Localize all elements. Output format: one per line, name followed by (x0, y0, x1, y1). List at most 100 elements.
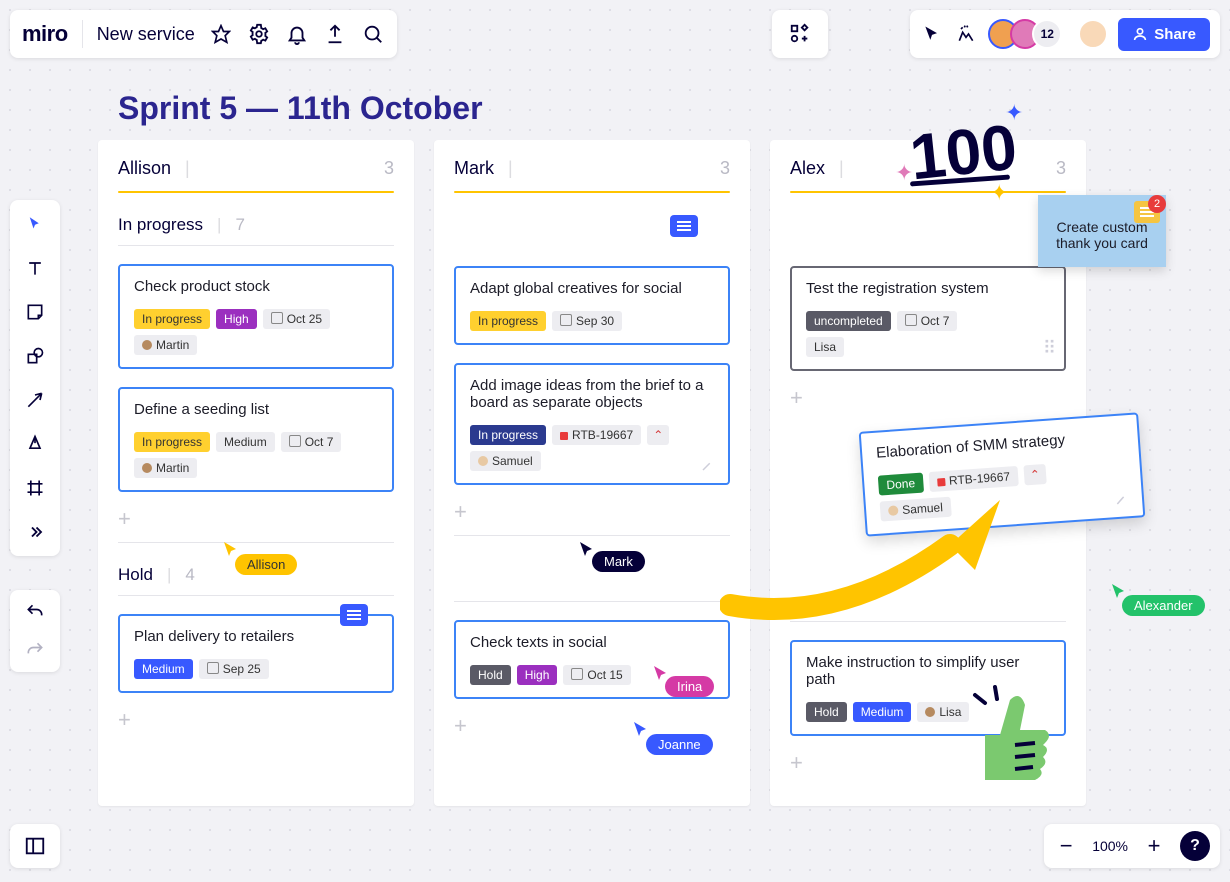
column-allison[interactable]: Allison | 3 In progress | 7 Check produc… (98, 140, 414, 806)
cursor-pointer (652, 664, 668, 680)
priority-tag: Medium (134, 659, 193, 679)
sticky-tool[interactable] (21, 298, 49, 326)
comment-count: 2 (1148, 195, 1166, 213)
assignee-tag: Martin (134, 335, 197, 355)
column-count: 3 (720, 158, 730, 179)
frame-tool[interactable] (21, 474, 49, 502)
avatar-count[interactable]: 12 (1032, 19, 1062, 49)
card[interactable]: Plan delivery to retailers Medium Sep 25 (118, 614, 394, 693)
card-title: Add image ideas from the brief to a boar… (470, 377, 714, 411)
cursor-label: Joanne (646, 734, 713, 755)
add-card-button[interactable]: + (118, 506, 394, 532)
apps-button[interactable] (772, 10, 828, 58)
search-icon[interactable] (361, 22, 385, 46)
export-icon[interactable] (323, 22, 347, 46)
sticky-text: Create custom thank you card (1056, 219, 1148, 251)
priority-tag: High (216, 309, 257, 329)
board-title[interactable]: Sprint 5 — 11th October (118, 90, 483, 127)
zoom-level[interactable]: 100% (1092, 838, 1128, 854)
zoom-in-button[interactable]: + (1142, 834, 1166, 858)
avatar-stack[interactable]: 12 (988, 19, 1062, 49)
share-label: Share (1154, 26, 1196, 43)
arrow-tool[interactable] (21, 386, 49, 414)
card[interactable]: Check product stock In progress High Oct… (118, 264, 394, 369)
card[interactable]: Add image ideas from the brief to a boar… (454, 363, 730, 485)
card[interactable]: Adapt global creatives for social In pro… (454, 266, 730, 345)
comment-icon[interactable] (670, 215, 698, 237)
card-title: Adapt global creatives for social (470, 280, 714, 297)
priority-tag: Medium (216, 432, 275, 452)
panel-toggle-button[interactable] (10, 824, 60, 868)
sparkle-icon: ✦ (1005, 100, 1023, 126)
arrow-drawing (720, 475, 1040, 635)
column-owner: Allison (118, 158, 171, 179)
text-tool[interactable] (21, 254, 49, 282)
cursor-label: Alexander (1122, 595, 1205, 616)
date-tag: Sep 30 (552, 311, 622, 331)
link-icon (1113, 488, 1132, 507)
cursor-pointer (632, 720, 648, 736)
add-card-button[interactable]: + (790, 385, 1066, 411)
cursor-icon[interactable] (920, 22, 944, 46)
comment-icon[interactable]: 2 (1134, 201, 1160, 223)
card[interactable]: Test the registration system uncompleted… (790, 266, 1066, 371)
more-tools[interactable] (21, 518, 49, 546)
priority-icon: ⌃ (647, 425, 669, 445)
status-tag: In progress (134, 309, 210, 329)
star-icon[interactable] (209, 22, 233, 46)
card[interactable]: Define a seeding list In progress Medium… (118, 387, 394, 492)
cursor-label: Irina (665, 676, 714, 697)
date-tag: Sep 25 (199, 659, 269, 679)
date-tag: Oct 7 (281, 432, 342, 452)
status-tag: In progress (470, 311, 546, 331)
link-icon (700, 455, 718, 473)
column-header: Allison | 3 (118, 158, 394, 179)
priority-tag: Medium (853, 702, 912, 722)
status-tag: In progress (470, 425, 546, 445)
sparkle-icon: ✦ (990, 180, 1008, 206)
comment-icon[interactable] (340, 604, 368, 626)
select-tool[interactable] (21, 210, 49, 238)
status-tag: Hold (470, 665, 511, 685)
divider (82, 20, 83, 48)
card-title: Check product stock (134, 278, 378, 295)
redo-button[interactable] (25, 640, 45, 660)
logo[interactable]: miro (22, 21, 68, 47)
sparkle-icon: ✦ (895, 160, 913, 186)
zoom-bar: − 100% + ? (1044, 824, 1220, 868)
board-name[interactable]: New service (97, 24, 195, 45)
card-title: Check texts in social (470, 634, 714, 651)
date-tag: Oct 7 (897, 311, 958, 331)
column-header: Mark | 3 (454, 158, 730, 179)
cursor-pointer (1110, 582, 1126, 598)
bell-icon[interactable] (285, 22, 309, 46)
settings-icon[interactable] (247, 22, 271, 46)
assignee-tag: Martin (134, 458, 197, 478)
add-card-button[interactable]: + (454, 499, 730, 525)
help-button[interactable]: ? (1180, 831, 1210, 861)
status-tag: In progress (134, 432, 210, 452)
sticky-note[interactable]: 2 Create custom thank you card (1038, 195, 1166, 267)
pen-tool[interactable] (21, 430, 49, 458)
card-title: Define a seeding list (134, 401, 378, 418)
zoom-out-button[interactable]: − (1054, 834, 1078, 858)
current-user-avatar[interactable] (1078, 19, 1108, 49)
undo-button[interactable] (25, 602, 45, 622)
presence-bar: 12 Share (910, 10, 1220, 58)
column-owner: Mark (454, 158, 494, 179)
ticket-tag: RTB-19667 (552, 425, 641, 445)
shape-tool[interactable] (21, 342, 49, 370)
column-divider (118, 191, 394, 193)
undo-redo-box (10, 590, 60, 672)
date-tag: Oct 15 (563, 665, 630, 685)
status-tag: uncompleted (806, 311, 891, 331)
thumbs-up-emoji (965, 685, 1055, 785)
cursor-label: Allison (235, 554, 297, 575)
add-card-button[interactable]: + (118, 707, 394, 733)
share-button[interactable]: Share (1118, 18, 1210, 51)
column-mark[interactable]: Mark | 3 Adapt global creatives for soci… (434, 140, 750, 806)
card-more-icon[interactable]: ⠿ (1043, 338, 1054, 359)
reactions-icon[interactable] (954, 22, 978, 46)
card-title: Test the registration system (806, 280, 1050, 297)
assignee-tag: Lisa (806, 337, 844, 357)
